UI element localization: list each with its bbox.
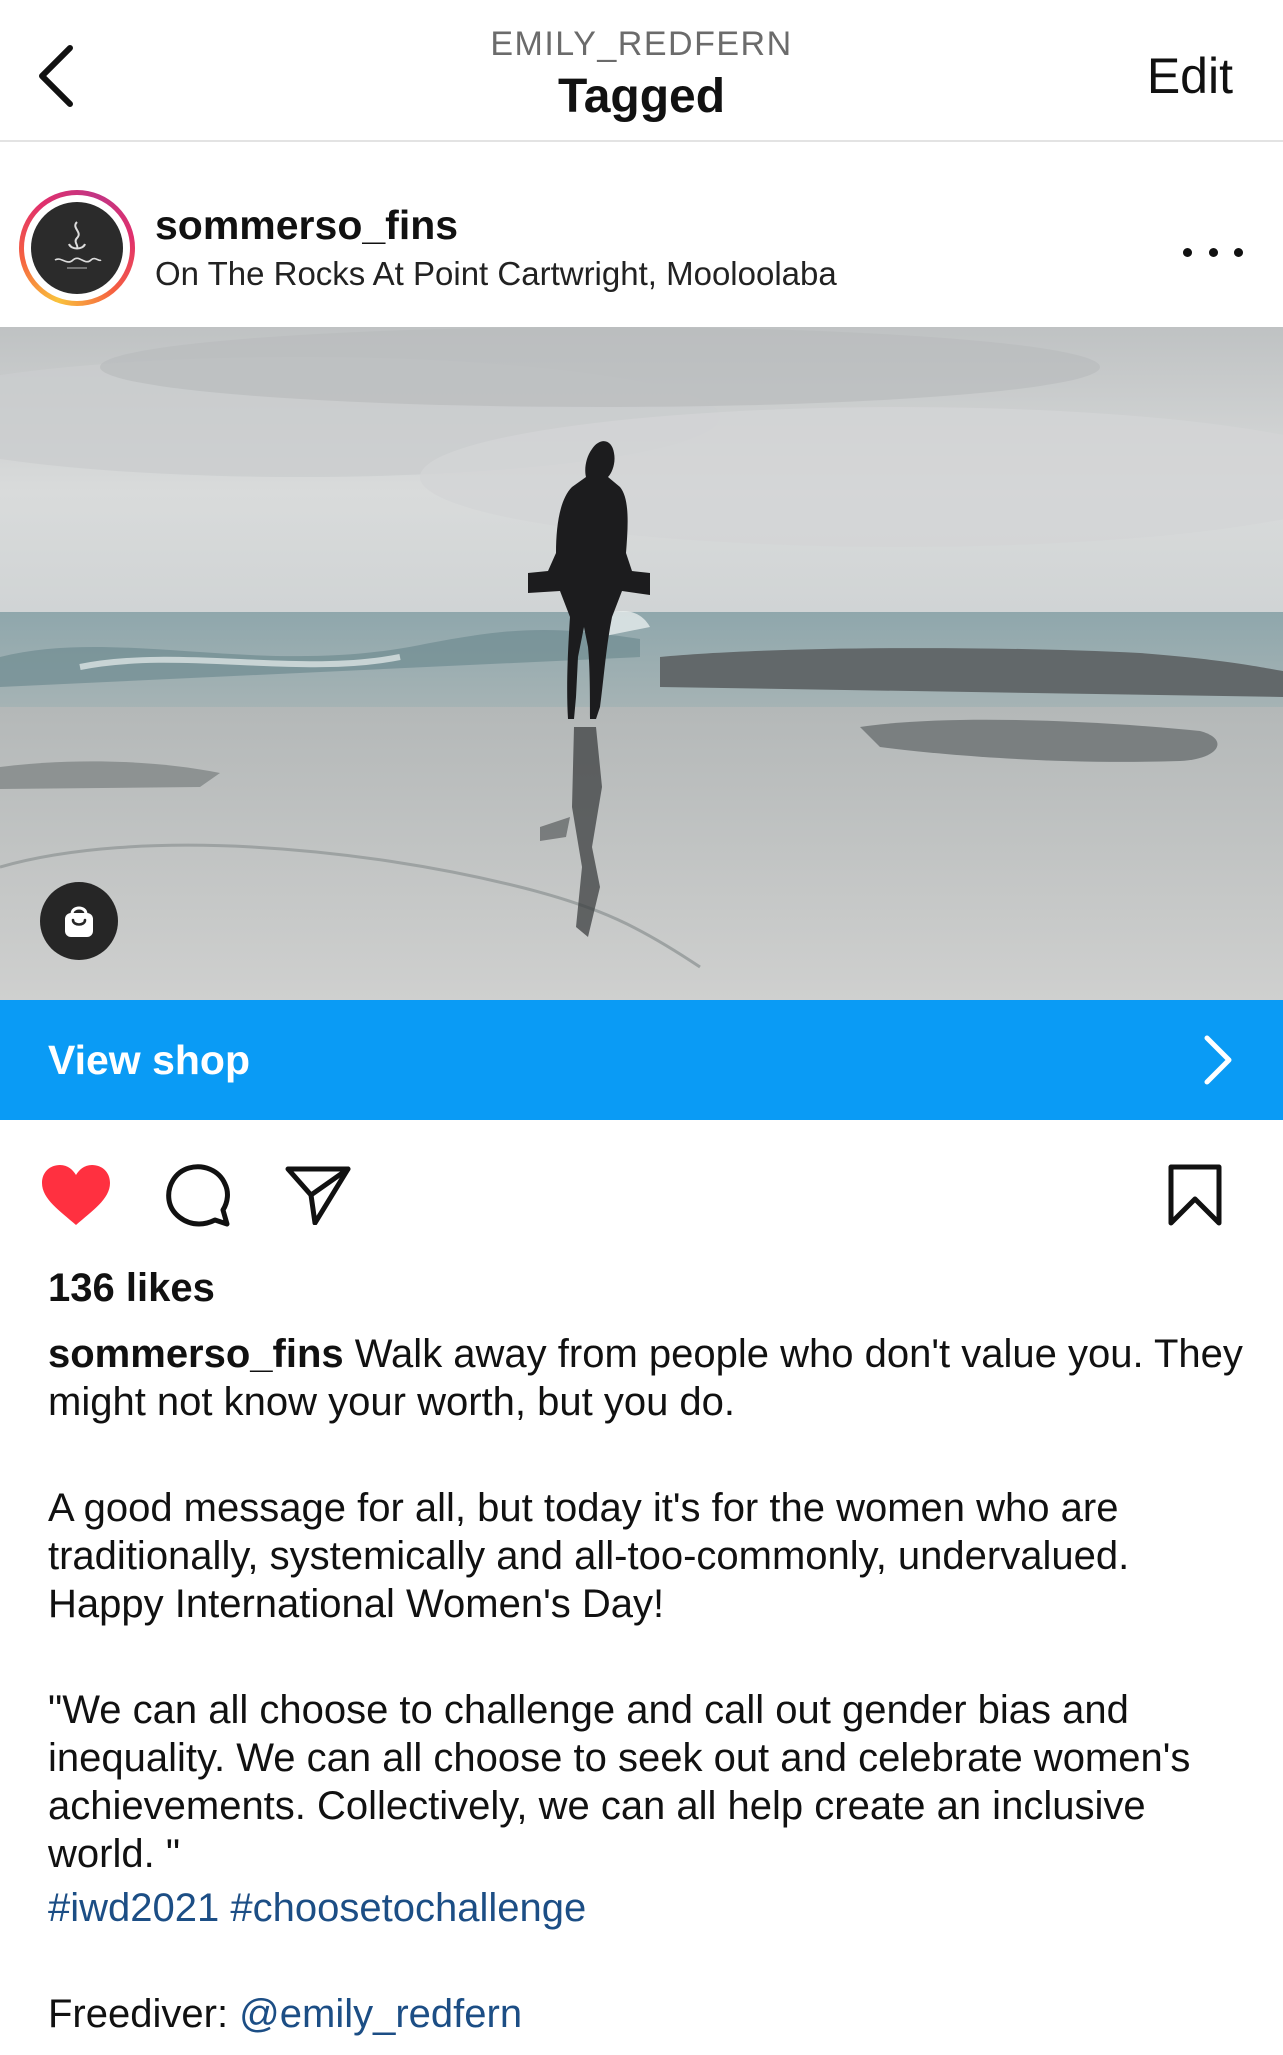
post-photo[interactable] (0, 327, 1283, 1000)
view-shop-label: View shop (48, 1037, 251, 1083)
comment-icon (166, 1164, 230, 1227)
hashtag-choosetochallenge[interactable]: #choosetochallenge (230, 1886, 586, 1930)
heart-icon (42, 1165, 110, 1225)
mention-emily-redfern[interactable]: @emily_redfern (239, 1992, 522, 2036)
share-icon (285, 1166, 351, 1225)
bookmark-icon (1168, 1164, 1222, 1226)
caption-paragraph-2: A good message for all, but today it's f… (48, 1486, 1130, 1626)
caption-credit: Freediver: @emily_redfern (48, 1990, 1248, 2038)
hashtag-iwd2021[interactable]: #iwd2021 (48, 1886, 219, 1930)
edit-button[interactable]: Edit (1147, 46, 1233, 106)
beach-photo (0, 327, 1283, 1000)
likes-count[interactable]: 136 likes (48, 1262, 215, 1314)
post-username[interactable]: sommerso_fins (155, 200, 458, 250)
caption-first-paragraph: sommerso_fins Walk away from people who … (48, 1330, 1248, 1426)
like-button[interactable] (38, 1157, 114, 1233)
more-dots-icon (1183, 247, 1192, 257)
caption-paragraph-3: "We can all choose to challenge and call… (48, 1688, 1191, 1876)
shopping-bag-icon (65, 906, 93, 937)
caption-username[interactable]: sommerso_fins (48, 1332, 344, 1376)
save-button[interactable] (1157, 1157, 1233, 1233)
top-nav-bar: EMILY_REDFERN Tagged Edit (0, 0, 1283, 142)
post-actions (0, 1145, 1283, 1245)
credit-prefix: Freediver: (48, 1992, 240, 2036)
nav-username: EMILY_REDFERN (490, 25, 793, 63)
view-shop-bar[interactable]: View shop (0, 1000, 1283, 1120)
post-header: sommerso_fins On The Rocks At Point Cart… (0, 144, 1283, 327)
post-location[interactable]: On The Rocks At Point Cartwright, Mooloo… (155, 252, 837, 296)
post-caption: sommerso_fins Walk away from people who … (48, 1330, 1248, 2038)
more-options-button[interactable] (1183, 232, 1243, 272)
comment-button[interactable] (160, 1157, 236, 1233)
sommerso-logo-icon (54, 221, 102, 269)
share-button[interactable] (280, 1157, 356, 1233)
avatar[interactable] (19, 190, 135, 306)
caption-hashtags: #iwd2021 #choosetochallenge (48, 1884, 1248, 1932)
brand-logo (31, 202, 123, 294)
page-title: Tagged (557, 70, 726, 123)
nav-title-group: EMILY_REDFERN Tagged (0, 20, 1283, 126)
chevron-right-icon (1201, 1034, 1233, 1091)
shop-tag-button[interactable] (40, 882, 118, 960)
